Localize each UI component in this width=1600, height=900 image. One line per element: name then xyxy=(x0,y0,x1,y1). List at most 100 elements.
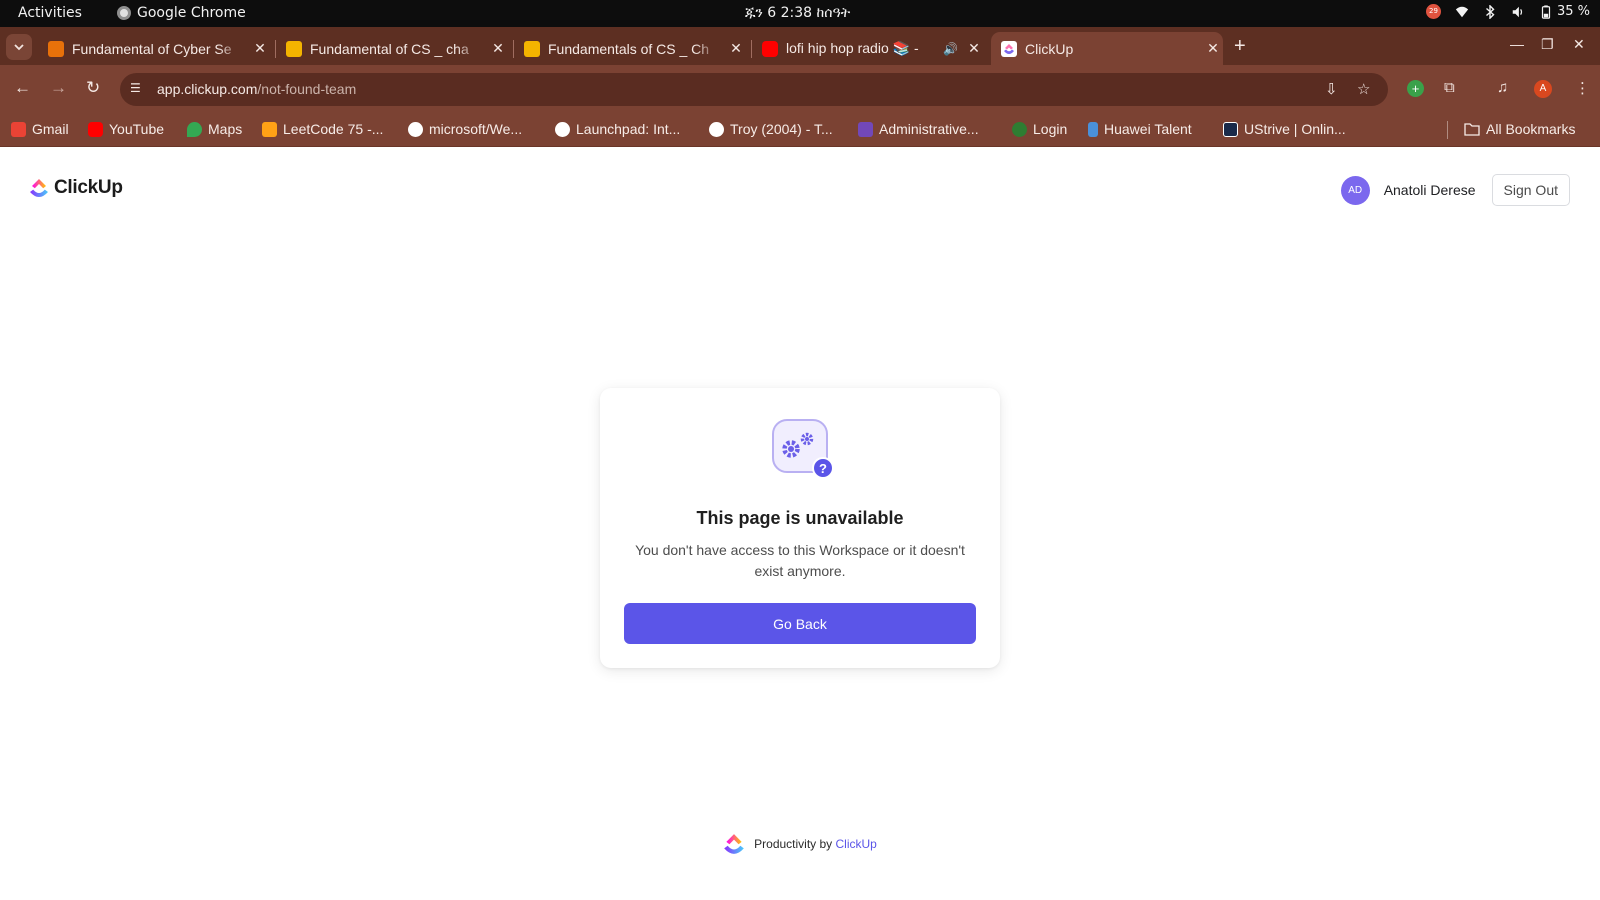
bookmark-label: UStrive | Onlin... xyxy=(1244,121,1346,137)
tab[interactable]: Fundamental of Cyber Se ✕ xyxy=(38,32,270,65)
close-icon[interactable]: ✕ xyxy=(1203,40,1223,57)
ustrive-icon xyxy=(1223,121,1238,137)
profile-avatar[interactable]: A xyxy=(1534,80,1552,98)
app-menu[interactable]: Google Chrome xyxy=(117,5,246,21)
volume-icon xyxy=(1512,6,1523,17)
huawei-icon xyxy=(1088,121,1098,137)
restore-button[interactable]: ❐ xyxy=(1541,36,1554,53)
bookmark-microsoft-we[interactable]: microsoft/We... xyxy=(408,121,522,137)
bookmark-star-icon[interactable]: ☆ xyxy=(1357,80,1370,98)
clickup-favicon-icon xyxy=(1001,40,1017,57)
slides-favicon-icon xyxy=(286,40,302,57)
clickup-logo[interactable]: ClickUp xyxy=(29,177,123,199)
minimize-button[interactable]: — xyxy=(1510,36,1524,52)
url-text[interactable]: app.clickup.com/not-found-team xyxy=(157,81,356,97)
bookmark-ustrive[interactable]: UStrive | Onlin... xyxy=(1223,121,1346,137)
extension-green-icon[interactable]: + xyxy=(1407,80,1424,97)
site-info-icon[interactable]: ☰ xyxy=(130,81,146,97)
clickup-wordmark: ClickUp xyxy=(54,177,123,198)
go-back-button[interactable]: Go Back xyxy=(624,603,976,644)
bookmark-youtube[interactable]: YouTube xyxy=(88,121,164,137)
tab-search-button[interactable] xyxy=(6,34,32,60)
reload-button[interactable]: ↻ xyxy=(86,78,100,98)
sign-out-button[interactable]: Sign Out xyxy=(1491,174,1570,206)
recording-icon: 29 xyxy=(1425,4,1441,19)
speaker-icon[interactable]: 🔊 xyxy=(943,42,958,56)
close-window-button[interactable]: ✕ xyxy=(1573,36,1585,53)
wifi-icon xyxy=(1455,6,1469,17)
bookmark-label: Maps xyxy=(208,121,243,137)
github-icon xyxy=(408,121,423,137)
bookmark-label: Login xyxy=(1033,121,1068,137)
footer-clickup-link[interactable]: ClickUp xyxy=(836,837,877,851)
tab-title: Fundamentals of CS _ Ch xyxy=(548,40,710,57)
system-top-bar: Activities Google Chrome ጁን 6 2:38 ከሰዓት … xyxy=(0,0,1600,27)
chevron-down-icon xyxy=(14,44,24,51)
battery-percent: 35 % xyxy=(1556,4,1590,19)
close-icon[interactable]: ✕ xyxy=(726,40,746,57)
bluetooth-icon xyxy=(1486,4,1495,19)
forward-button[interactable]: → xyxy=(50,78,67,98)
back-button[interactable]: ← xyxy=(14,78,31,98)
new-tab-button[interactable]: + xyxy=(1234,35,1246,58)
tab-title: lofi hip hop radio 📚 - xyxy=(786,40,919,56)
battery-icon xyxy=(1541,4,1551,19)
bookmark-label: microsoft/We... xyxy=(429,121,523,137)
close-icon[interactable]: ✕ xyxy=(964,40,984,57)
tab[interactable]: Fundamentals of CS _ Ch ✕ xyxy=(514,32,746,65)
app-name: Google Chrome xyxy=(137,5,246,21)
chrome-menu-icon[interactable]: ⋮ xyxy=(1575,79,1590,97)
bookmarks-divider xyxy=(1447,121,1448,139)
user-name: Anatoli Derese xyxy=(1383,182,1476,198)
settings-question-icon: ? xyxy=(772,419,834,479)
browser-toolbar: ← → ↻ ☰ app.clickup.com/not-found-team ⇩… xyxy=(0,65,1600,113)
bookmark-gmail[interactable]: Gmail xyxy=(11,121,69,137)
address-bar[interactable]: ☰ app.clickup.com/not-found-team ⇩ ☆ xyxy=(120,73,1388,106)
bookmark-label: LeetCode 75 -... xyxy=(283,121,384,137)
bookmark-administrative[interactable]: Administrative... xyxy=(858,121,979,137)
login-icon xyxy=(1012,121,1027,137)
github-icon xyxy=(555,121,570,137)
close-icon[interactable]: ✕ xyxy=(250,40,270,57)
bookmark-label: Gmail xyxy=(32,121,69,137)
bookmark-maps[interactable]: Maps xyxy=(187,121,242,137)
url-path: /not-found-team xyxy=(257,81,357,97)
clickup-footer-logo-icon xyxy=(724,834,744,854)
bookmark-label: Launchpad: Int... xyxy=(576,121,681,137)
battery-indicator: 35 % xyxy=(1539,4,1590,19)
bookmarks-bar: Gmail YouTube Maps LeetCode 75 -... micr… xyxy=(0,113,1600,147)
activities-button[interactable]: Activities xyxy=(18,5,82,21)
slides-favicon-icon xyxy=(48,40,64,57)
tab[interactable]: Fundamental of CS _ cha ✕ xyxy=(276,32,508,65)
tab-strip: Fundamental of Cyber Se ✕ Fundamental of… xyxy=(0,27,1600,65)
leetcode-icon xyxy=(262,121,277,137)
forms-icon xyxy=(858,121,873,137)
bookmark-login[interactable]: Login xyxy=(1012,121,1067,137)
close-icon[interactable]: ✕ xyxy=(488,40,508,57)
system-tray[interactable]: 29 35 % xyxy=(1425,4,1590,19)
all-bookmarks-label: All Bookmarks xyxy=(1486,121,1576,137)
footer: Productivity by ClickUp xyxy=(0,832,1600,856)
media-controls-icon[interactable]: ♫ xyxy=(1497,79,1508,96)
user-avatar[interactable]: AD xyxy=(1340,175,1370,205)
youtube-icon xyxy=(88,121,103,137)
tab-title: Fundamental of Cyber Se xyxy=(72,40,232,57)
user-area: AD Anatoli Derese Sign Out xyxy=(1340,174,1570,206)
install-app-icon[interactable]: ⇩ xyxy=(1325,80,1338,98)
clock[interactable]: ጁን 6 2:38 ከሰዓት xyxy=(745,5,850,21)
bookmark-launchpad[interactable]: Launchpad: Int... xyxy=(555,121,680,137)
footer-text: Productivity by ClickUp xyxy=(754,837,877,851)
all-bookmarks-button[interactable]: All Bookmarks xyxy=(1464,121,1575,137)
tab-active[interactable]: ClickUp ✕ xyxy=(991,32,1223,65)
bookmark-label: Huawei Talent xyxy=(1104,121,1192,137)
page-content: ClickUp AD Anatoli Derese Sign Out ? Thi… xyxy=(0,148,1600,900)
globe-icon xyxy=(709,121,724,137)
chrome-icon xyxy=(117,6,131,20)
tab-title: ClickUp xyxy=(1025,40,1074,57)
bookmark-leetcode[interactable]: LeetCode 75 -... xyxy=(262,121,383,137)
tab[interactable]: lofi hip hop radio 📚 - 🔊 ✕ xyxy=(752,32,984,65)
footer-prefix: Productivity by xyxy=(754,837,833,851)
bookmark-troy[interactable]: Troy (2004) - T... xyxy=(709,121,833,137)
extensions-puzzle-icon[interactable]: ⧉ xyxy=(1444,79,1455,96)
bookmark-huawei[interactable]: Huawei Talent xyxy=(1088,121,1192,137)
